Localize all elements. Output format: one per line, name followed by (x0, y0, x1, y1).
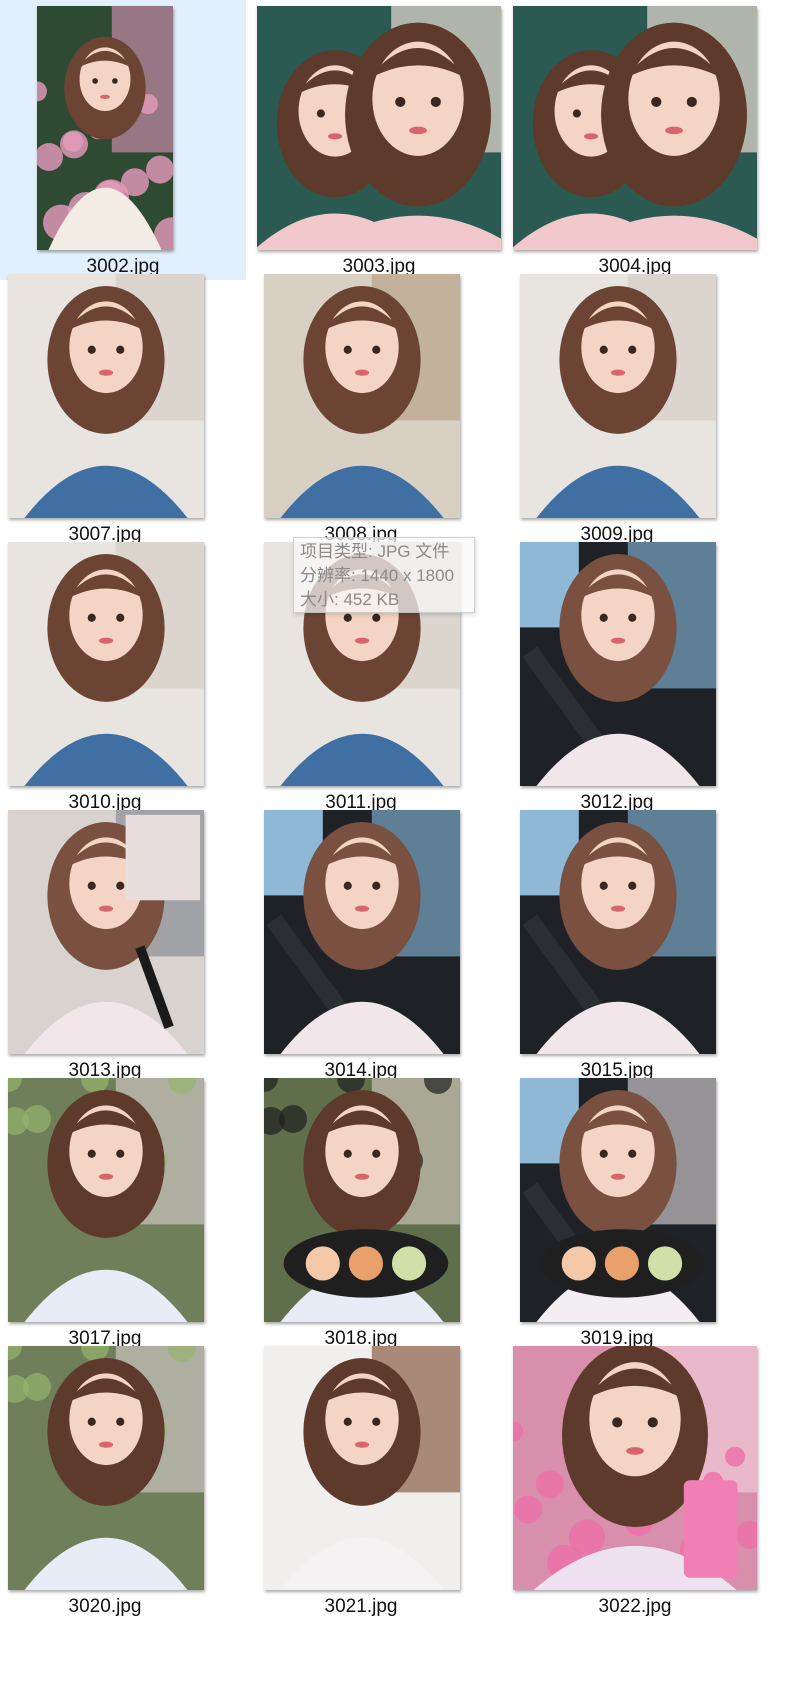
file-item[interactable]: 3021.jpg (256, 1340, 502, 1620)
image-thumbnail[interactable] (513, 6, 757, 250)
file-item[interactable]: 3022.jpg (512, 1340, 758, 1620)
thumbnail-grid-view: 3002.jpg 3003.jpg 3004.jpg 3007.jpg 3008.jpg… (0, 0, 786, 1698)
image-thumbnail[interactable] (37, 6, 173, 250)
file-item[interactable]: 3007.jpg (0, 268, 246, 548)
image-thumbnail[interactable] (513, 1346, 757, 1590)
image-thumbnail[interactable] (8, 542, 204, 786)
file-item[interactable]: 3009.jpg (512, 268, 758, 548)
file-item[interactable]: 3008.jpg (256, 268, 502, 548)
image-thumbnail[interactable] (520, 810, 716, 1054)
photo-preview (264, 1078, 460, 1322)
image-thumbnail[interactable] (264, 274, 460, 518)
photo-preview (513, 6, 757, 250)
file-name-label: 3022.jpg (598, 1596, 672, 1617)
image-thumbnail[interactable] (264, 810, 460, 1054)
photo-preview (8, 1346, 204, 1590)
image-thumbnail[interactable] (257, 6, 501, 250)
file-item[interactable]: 3020.jpg (0, 1340, 246, 1620)
photo-preview (264, 274, 460, 518)
photo-preview (520, 542, 716, 786)
photo-preview (8, 810, 204, 1054)
image-thumbnail[interactable] (8, 1078, 204, 1322)
photo-preview (264, 1346, 460, 1590)
photo-preview (520, 1078, 716, 1322)
file-item[interactable]: 3015.jpg (512, 804, 758, 1084)
file-item[interactable]: 3014.jpg (256, 804, 502, 1084)
image-thumbnail[interactable] (8, 274, 204, 518)
file-item[interactable]: 3004.jpg (512, 0, 758, 280)
photo-preview (513, 1346, 757, 1590)
image-thumbnail[interactable] (520, 1078, 716, 1322)
photo-preview (8, 274, 204, 518)
photo-preview (264, 810, 460, 1054)
image-thumbnail[interactable] (520, 542, 716, 786)
image-thumbnail[interactable] (8, 1346, 204, 1590)
photo-preview (257, 6, 501, 250)
file-item[interactable]: 3003.jpg (256, 0, 502, 280)
photo-preview (37, 6, 173, 250)
photo-preview (520, 274, 716, 518)
tooltip-resolution: 分辨率: 1440 x 1800 (300, 566, 455, 585)
photo-preview (8, 1078, 204, 1322)
image-thumbnail[interactable] (264, 1346, 460, 1590)
photo-preview (520, 810, 716, 1054)
tooltip-size: 大小: 452 KB (300, 590, 400, 609)
file-name-label: 3021.jpg (324, 1596, 398, 1617)
file-info-tooltip: 项目类型: JPG 文件 分辨率: 1440 x 1800 大小: 452 KB (293, 537, 475, 613)
file-item[interactable]: 3002.jpg (0, 0, 246, 280)
image-thumbnail[interactable] (8, 810, 204, 1054)
image-thumbnail[interactable] (264, 1078, 460, 1322)
file-item[interactable]: 3019.jpg (512, 1072, 758, 1352)
file-item[interactable]: 3010.jpg (0, 536, 246, 816)
file-item[interactable]: 3017.jpg (0, 1072, 246, 1352)
tooltip-item-type: 项目类型: JPG 文件 (300, 542, 450, 561)
image-thumbnail[interactable] (520, 274, 716, 518)
file-item[interactable]: 3013.jpg (0, 804, 246, 1084)
photo-preview (8, 542, 204, 786)
file-item[interactable]: 3018.jpg (256, 1072, 502, 1352)
file-item[interactable]: 3012.jpg (512, 536, 758, 816)
file-name-label: 3020.jpg (68, 1596, 142, 1617)
